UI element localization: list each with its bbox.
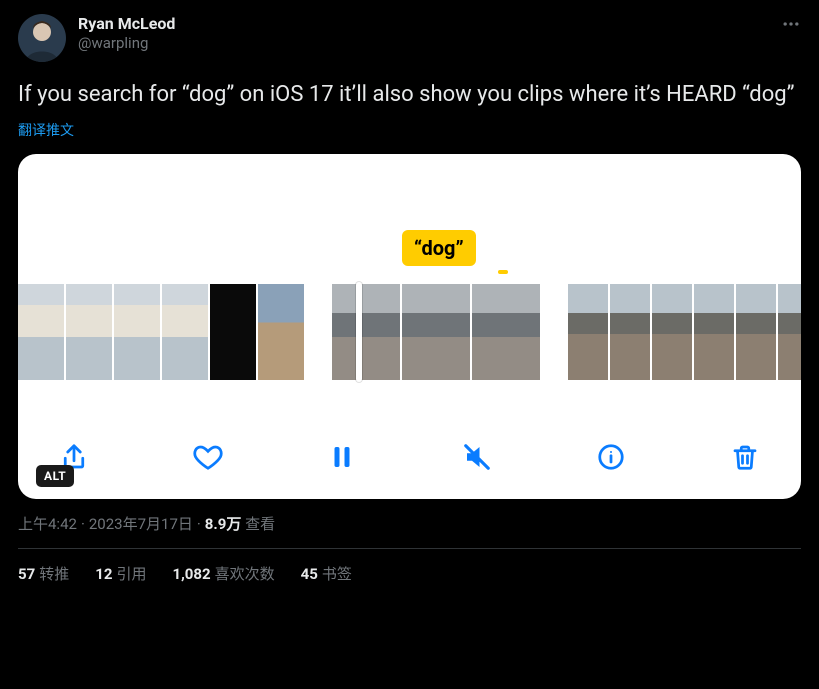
views-count: 8.9万 — [205, 515, 242, 533]
retweet-label: 转推 — [39, 565, 69, 583]
clip-frame — [736, 284, 776, 380]
video-timeline[interactable] — [18, 284, 801, 380]
tweet: Ryan McLeod @warpling If you search for … — [0, 0, 819, 594]
clip-frame — [694, 284, 734, 380]
trash-icon[interactable] — [723, 435, 767, 479]
tweet-header: Ryan McLeod @warpling — [18, 14, 801, 62]
media-card[interactable]: “dog” — [18, 154, 801, 499]
clip-frame — [258, 284, 304, 380]
caption-chip: “dog” — [402, 230, 476, 266]
clip-frame — [114, 284, 160, 380]
tweet-text: If you search for “dog” on iOS 17 it’ll … — [18, 80, 801, 110]
handle: @warpling — [78, 34, 175, 53]
clip-frame — [568, 284, 608, 380]
like-count: 1,082 — [172, 565, 210, 583]
clip-frame — [332, 284, 400, 380]
quote-count: 12 — [95, 565, 112, 583]
tweet-stats: 57转推 12引用 1,082 喜欢次数 45书签 — [18, 563, 801, 584]
bookmark-stat[interactable]: 45书签 — [301, 563, 352, 584]
clip-frame — [610, 284, 650, 380]
clip-frame — [66, 284, 112, 380]
clip-frame — [778, 284, 801, 380]
dot: · — [81, 515, 85, 533]
author-block[interactable]: Ryan McLeod @warpling — [78, 14, 175, 53]
media-toolbar — [18, 435, 801, 479]
views-label: 查看 — [245, 515, 275, 533]
clip-frame — [210, 284, 256, 380]
like-label: 喜欢次数 — [215, 565, 275, 583]
playhead[interactable] — [356, 282, 362, 382]
clip-group[interactable] — [568, 284, 801, 380]
clip-frame — [18, 284, 64, 380]
tweet-meta[interactable]: 上午4:42·2023年7月17日·8.9万 查看 — [18, 513, 801, 534]
retweet-stat[interactable]: 57转推 — [18, 563, 69, 584]
clip-group[interactable] — [18, 284, 304, 380]
bookmark-label: 书签 — [322, 565, 352, 583]
quote-stat[interactable]: 12引用 — [95, 563, 146, 584]
heart-icon[interactable] — [186, 435, 230, 479]
mute-icon[interactable] — [455, 435, 499, 479]
translate-link[interactable]: 翻译推文 — [18, 120, 801, 140]
quote-label: 引用 — [116, 565, 146, 583]
tweet-date: 2023年7月17日 — [89, 515, 193, 533]
clip-frame — [472, 284, 540, 380]
divider — [18, 548, 801, 549]
more-icon[interactable] — [781, 14, 801, 38]
pause-icon[interactable] — [320, 435, 364, 479]
avatar[interactable] — [18, 14, 66, 62]
info-icon[interactable] — [589, 435, 633, 479]
clip-frame — [162, 284, 208, 380]
clip-frame — [402, 284, 470, 380]
like-stat[interactable]: 1,082 喜欢次数 — [172, 563, 274, 584]
clip-group[interactable] — [332, 284, 540, 380]
display-name: Ryan McLeod — [78, 14, 175, 34]
bookmark-count: 45 — [301, 565, 318, 583]
clip-frame — [652, 284, 692, 380]
retweet-count: 57 — [18, 565, 35, 583]
caption-marker — [498, 270, 508, 274]
dot: · — [197, 515, 201, 533]
alt-badge[interactable]: ALT — [36, 465, 74, 487]
tweet-time: 上午4:42 — [18, 515, 77, 533]
